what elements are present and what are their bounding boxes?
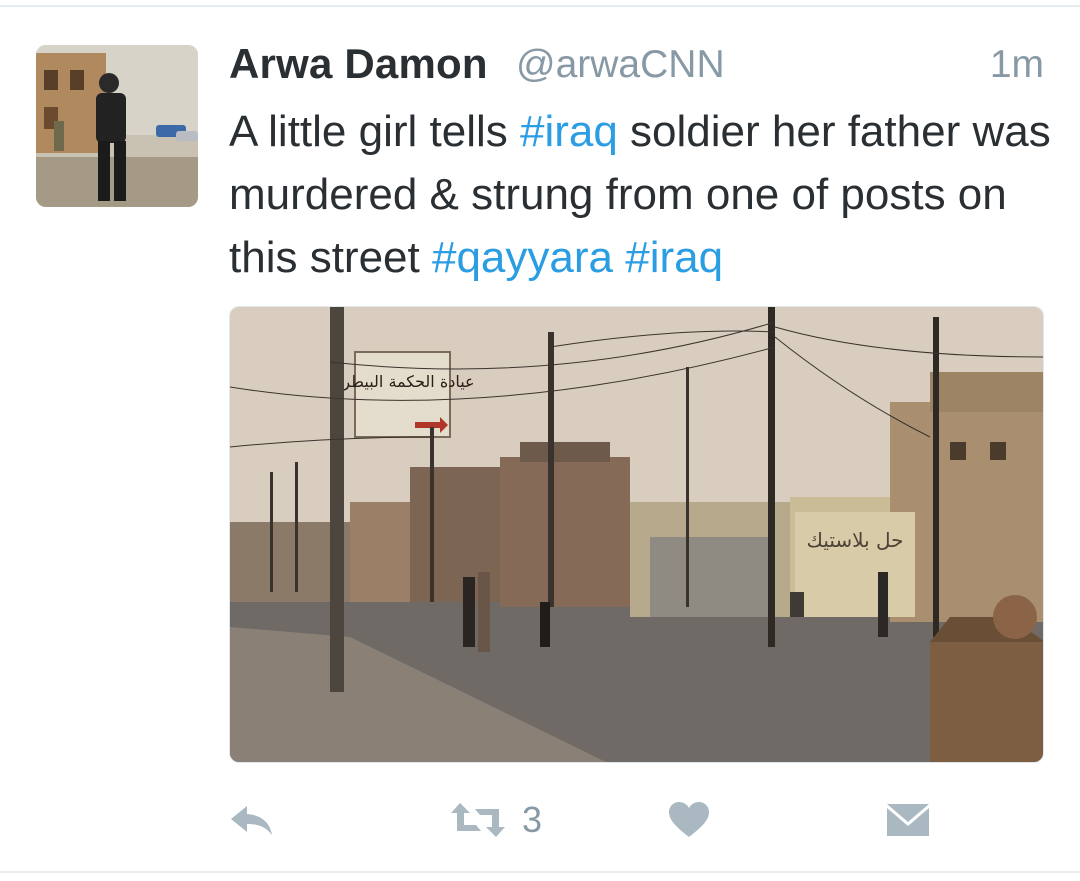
tweet-actions: 3 [0,790,1080,850]
heart-icon [669,802,709,837]
tweet-timestamp[interactable]: 1m [990,43,1044,87]
direct-message-button[interactable] [886,790,930,850]
shop-sign-text: عيادة الحكمة البيطرية [329,372,474,392]
reply-icon [231,806,272,835]
tweet-text-part: A little girl tells [229,107,520,156]
tweet-header: Arwa Damon @arwaCNN 1m [229,38,1044,98]
tweet-media-photo[interactable]: حل بلاستيك عيادة الحكمة البيطرية [229,306,1044,763]
top-divider [0,5,1080,7]
retweet-icon [451,803,505,837]
hashtag-link[interactable]: #iraq [625,233,723,282]
author-name[interactable]: Arwa Damon [229,40,488,88]
like-button[interactable] [668,790,710,850]
hashtag-link[interactable]: #iraq [520,107,618,156]
tweet-text: A little girl tells #iraq soldier her fa… [229,100,1059,289]
avatar[interactable] [36,45,198,207]
hashtag-link[interactable]: #qayyara [432,233,613,282]
bottom-divider [0,871,1080,873]
wall-graffiti-text: حل بلاستيك [806,528,903,552]
envelope-icon [887,804,929,836]
retweet-count: 3 [522,799,543,840]
avatar-photo [36,45,198,207]
tweet-text-part [613,233,625,282]
author-handle[interactable]: @arwaCNN [516,43,725,87]
reply-button[interactable] [229,790,275,850]
retweet-button[interactable]: 3 [450,790,542,850]
street-photo: حل بلاستيك عيادة الحكمة البيطرية [230,307,1043,762]
